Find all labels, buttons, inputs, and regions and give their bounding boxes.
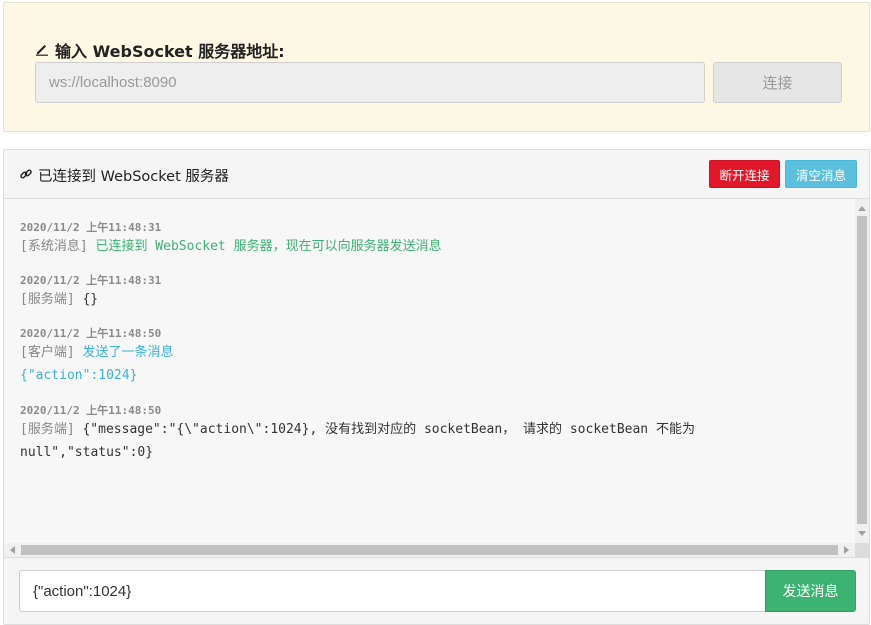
- message-time: 2020/11/2 上午11:48:50: [20, 404, 162, 417]
- message-entry: 2020/11/2 上午11:48:31 [系统消息] 已连接到 WebSock…: [20, 221, 740, 258]
- message-time: 2020/11/2 上午11:48:31: [20, 274, 162, 287]
- horizontal-scroll-thumb[interactable]: [21, 545, 838, 555]
- vertical-scroll-thumb[interactable]: [857, 216, 867, 524]
- connect-panel: 输入 WebSocket 服务器地址: 连接: [3, 2, 870, 132]
- message-text: 已连接到 WebSocket 服务器，现在可以向服务器发送消息: [95, 239, 442, 254]
- message-time: 2020/11/2 上午11:48:31: [20, 221, 162, 234]
- message-tag: [服务端]: [20, 422, 75, 437]
- connect-label-row: 输入 WebSocket 服务器地址:: [35, 38, 285, 62]
- connection-status-text: 已连接到 WebSocket 服务器: [38, 169, 229, 185]
- connection-status: 已连接到 WebSocket 服务器: [19, 165, 229, 186]
- send-bar: 发送消息: [4, 557, 869, 624]
- message-tag: [客户端]: [20, 345, 75, 360]
- message-entry: 2020/11/2 上午11:48:31 [服务端] {}: [20, 274, 740, 311]
- message-input[interactable]: [19, 570, 766, 612]
- scroll-up-icon[interactable]: [858, 206, 866, 211]
- link-icon: [19, 167, 33, 185]
- clear-messages-button[interactable]: 清空消息: [785, 160, 857, 188]
- connect-label: 输入 WebSocket 服务器地址:: [55, 42, 285, 61]
- message-log[interactable]: 2020/11/2 上午11:48:31 [系统消息] 已连接到 WebSock…: [4, 199, 855, 543]
- message-text-continued: null","status":0}: [20, 445, 154, 460]
- horizontal-scrollbar[interactable]: [4, 543, 855, 557]
- message-entry: 2020/11/2 上午11:48:50 [服务端] {"message":"{…: [20, 404, 740, 464]
- message-entry: 2020/11/2 上午11:48:50 [客户端] 发送了一条消息 {"act…: [20, 327, 740, 387]
- pencil-icon: [35, 41, 49, 60]
- message-tag: [服务端]: [20, 292, 75, 307]
- message-text: {"message":"{\"action\":1024}, 没有找到对应的 s…: [82, 422, 695, 437]
- message-text: {}: [82, 292, 99, 307]
- disconnect-button[interactable]: 断开连接: [709, 160, 780, 188]
- vertical-scrollbar[interactable]: [855, 199, 869, 543]
- scroll-right-icon[interactable]: [844, 546, 849, 554]
- connect-button[interactable]: 连接: [713, 62, 842, 103]
- send-message-button[interactable]: 发送消息: [765, 570, 856, 612]
- message-tag: [系统消息]: [20, 239, 88, 254]
- message-line: [服务端] {"message":"{\"action\":1024}, 没有找…: [20, 418, 740, 441]
- message-line: [客户端] 发送了一条消息: [20, 341, 740, 364]
- scrollbar-corner: [855, 543, 869, 557]
- message-text: 发送了一条消息: [82, 345, 174, 360]
- message-line: [系统消息] 已连接到 WebSocket 服务器，现在可以向服务器发送消息: [20, 235, 740, 258]
- message-payload: {"action":1024}: [20, 368, 138, 383]
- message-line: [服务端] {}: [20, 288, 740, 311]
- messages-header: 已连接到 WebSocket 服务器 断开连接 清空消息: [4, 150, 869, 199]
- messages-panel: 已连接到 WebSocket 服务器 断开连接 清空消息 2020/11/2 上…: [3, 149, 870, 625]
- scroll-left-icon[interactable]: [10, 546, 15, 554]
- scroll-down-icon[interactable]: [858, 531, 866, 536]
- server-url-input[interactable]: [35, 62, 705, 103]
- message-time: 2020/11/2 上午11:48:50: [20, 327, 162, 340]
